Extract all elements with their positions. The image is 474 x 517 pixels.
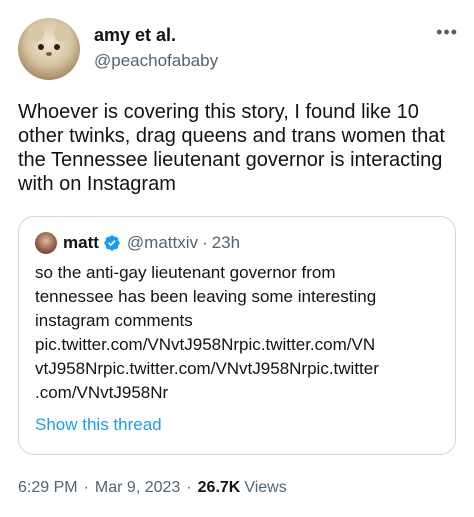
quoted-author-handle: @mattxiv: [126, 233, 199, 252]
avatar-ear: [54, 24, 70, 42]
quoted-tweet-header: matt @mattxiv · 23h: [35, 231, 240, 255]
tweet-meta: 6:29 PM · Mar 9, 2023 · 26.7K Views: [18, 479, 287, 497]
author-names: amy et al. @peachofababy: [94, 24, 218, 72]
quoted-timestamp[interactable]: 23h: [212, 233, 240, 253]
tweet-time[interactable]: 6:29 PM: [18, 479, 78, 497]
show-thread-link[interactable]: Show this thread: [35, 415, 162, 435]
views-label: Views: [244, 479, 287, 496]
quoted-separator: ·: [202, 233, 208, 252]
avatar-eye: [38, 44, 44, 50]
views-count: 26.7K: [197, 479, 241, 496]
tweet-date[interactable]: Mar 9, 2023: [95, 479, 180, 497]
tweet-header: amy et al. @peachofababy •••: [18, 16, 458, 80]
avatar-nose: [46, 52, 52, 56]
quoted-author-avatar: [35, 232, 57, 254]
more-options-icon[interactable]: •••: [436, 22, 458, 43]
avatar-ear: [28, 24, 44, 42]
verified-badge-icon: [104, 235, 120, 251]
author-avatar[interactable]: [18, 18, 80, 80]
avatar-eye: [54, 44, 60, 50]
meta-separator: ·: [83, 479, 89, 496]
tweet-text: Whoever is covering this story, I found …: [18, 101, 445, 195]
meta-separator: ·: [186, 479, 192, 496]
quoted-tweet[interactable]: matt @mattxiv · 23h so the anti-gay lieu…: [18, 216, 456, 455]
tweet: amy et al. @peachofababy ••• Whoever is …: [0, 0, 474, 517]
quoted-tweet-text: so the anti-gay lieutenant governor from…: [35, 263, 379, 402]
author-display-name[interactable]: amy et al.: [94, 24, 218, 46]
author-handle[interactable]: @peachofababy: [94, 50, 218, 72]
quoted-author-display-name: matt: [63, 233, 99, 252]
